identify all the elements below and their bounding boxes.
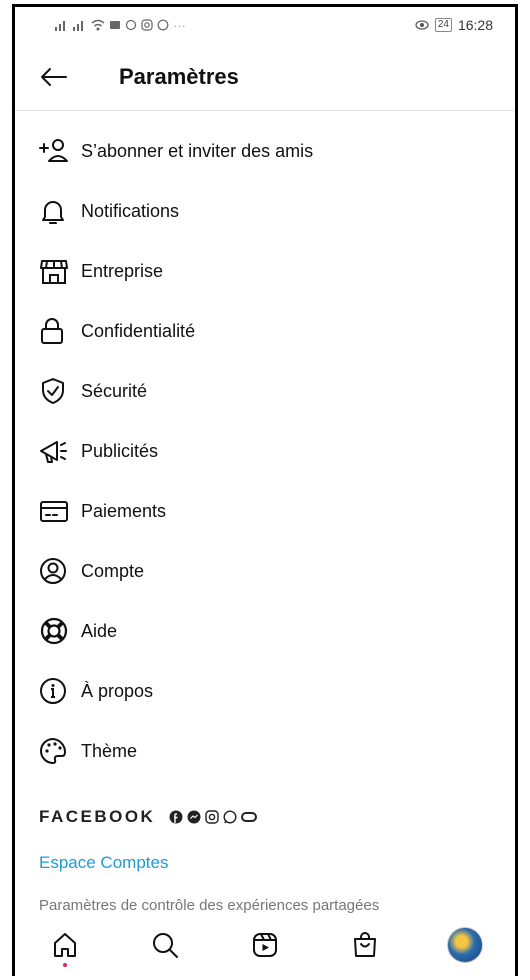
menu-item-notifications[interactable]: Notifications <box>15 181 515 241</box>
menu-item-label: Entreprise <box>81 260 164 281</box>
lock-icon <box>39 314 73 348</box>
menu-item-privacy[interactable]: Confidentialité <box>15 301 515 361</box>
back-button[interactable] <box>39 62 69 92</box>
shield-check-icon <box>39 374 73 408</box>
store-icon <box>39 254 73 288</box>
wifi-icon <box>91 19 105 31</box>
bottom-nav <box>15 914 515 976</box>
phone-screen: ··· 24 16:28 Paramètres S’abonner et inv… <box>12 4 518 976</box>
menu-item-label: Notifications <box>81 200 180 221</box>
facebook-header: FACEBOOK <box>39 807 491 827</box>
arrow-left-icon <box>41 67 67 86</box>
meta-apps-icons <box>169 810 258 824</box>
whatsapp-small-icon <box>157 19 169 31</box>
menu-item-payments[interactable]: Paiements <box>15 481 515 541</box>
battery-indicator: 24 <box>434 18 452 32</box>
instagram-icon <box>205 810 220 824</box>
status-time: 16:28 <box>457 17 493 33</box>
menu-item-security[interactable]: Sécurité <box>15 361 515 421</box>
search-icon <box>153 933 178 958</box>
info-icon <box>39 674 73 708</box>
nav-search-button[interactable] <box>143 923 187 967</box>
accounts-center-link[interactable]: Espace Comptes <box>39 853 491 873</box>
menu-item-account[interactable]: Compte <box>15 541 515 601</box>
portal-icon <box>241 812 258 822</box>
header: Paramètres <box>15 43 515 111</box>
profile-avatar <box>447 927 483 963</box>
menu-item-theme[interactable]: Thème <box>15 721 515 781</box>
menu-item-label: Aide <box>81 620 118 641</box>
page-title: Paramètres <box>119 63 239 89</box>
menu-item-label: Thème <box>81 740 138 761</box>
reels-icon <box>253 933 277 957</box>
signal-icon-2 <box>73 21 83 31</box>
menu-item-ads[interactable]: Publicités <box>15 421 515 481</box>
account-circle-icon <box>39 554 73 588</box>
nav-shop-button[interactable] <box>343 923 387 967</box>
menu-item-business[interactable]: Entreprise <box>15 241 515 301</box>
status-right: 24 16:28 <box>415 17 493 33</box>
add-person-icon <box>39 134 73 168</box>
menu-item-label: Sécurité <box>81 380 148 401</box>
menu-item-about[interactable]: À propos <box>15 661 515 721</box>
menu-item-help[interactable]: Aide <box>15 601 515 661</box>
notification-dot <box>63 963 67 967</box>
messenger-icon <box>187 810 201 824</box>
instagram-small-icon <box>141 19 153 31</box>
menu-item-label: À propos <box>81 680 154 701</box>
home-icon <box>54 933 76 957</box>
facebook-section: FACEBOOK Espace Comptes Paramètres de co… <box>15 781 515 914</box>
lifebuoy-icon <box>39 614 73 648</box>
menu-item-label: S’abonner et inviter des amis <box>81 140 314 161</box>
menu-item-follow-invite[interactable]: S’abonner et inviter des amis <box>15 121 515 181</box>
signal-icon <box>55 21 65 31</box>
palette-icon <box>39 734 73 768</box>
megaphone-icon <box>39 434 73 468</box>
shop-icon <box>354 932 376 957</box>
menu-item-label: Paiements <box>81 500 167 521</box>
settings-menu: S’abonner et inviter des amis Notificati… <box>15 111 515 781</box>
eye-icon <box>415 20 429 30</box>
nav-home-button[interactable] <box>43 923 87 967</box>
status-icons: ··· <box>55 18 186 33</box>
message-icon <box>110 21 120 29</box>
sync-icon <box>125 19 137 31</box>
status-bar: ··· 24 16:28 <box>15 7 515 43</box>
shared-experiences-description[interactable]: Paramètres de contrôle des expériences p… <box>39 897 491 914</box>
facebook-icon <box>169 810 183 824</box>
card-icon <box>39 494 73 528</box>
bell-icon <box>39 194 73 228</box>
status-more: ··· <box>173 17 186 33</box>
whatsapp-icon <box>223 810 237 824</box>
menu-item-label: Compte <box>81 560 145 581</box>
facebook-title: FACEBOOK <box>39 807 156 826</box>
nav-profile-button[interactable] <box>443 923 487 967</box>
nav-reels-button[interactable] <box>243 923 287 967</box>
menu-item-label: Confidentialité <box>81 320 196 341</box>
menu-item-label: Publicités <box>81 440 159 461</box>
